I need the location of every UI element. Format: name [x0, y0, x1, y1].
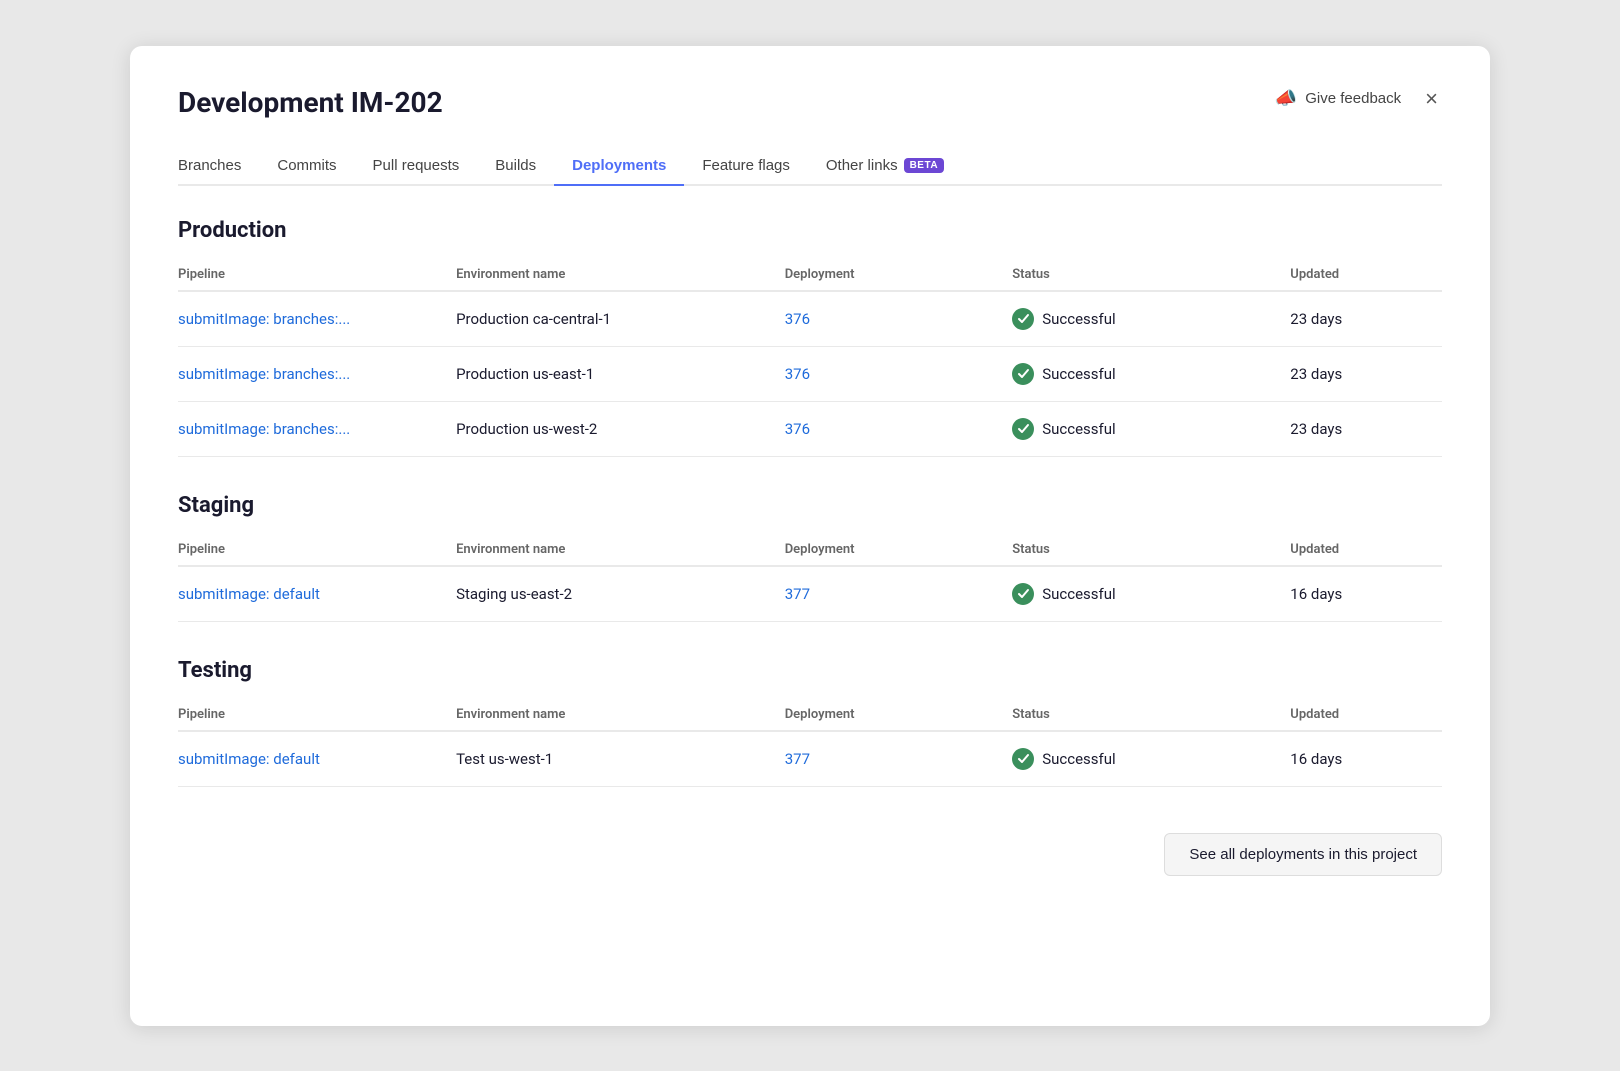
production-col-pipeline: Pipeline	[178, 259, 456, 291]
staging-table-header-row: Pipeline Environment name Deployment Sta…	[178, 534, 1442, 566]
updated-cell: 23 days	[1290, 346, 1442, 401]
deployment-cell: 376	[785, 291, 1013, 347]
staging-col-deployment: Deployment	[785, 534, 1013, 566]
pipeline-cell: submitImage: branches:...	[178, 401, 456, 456]
testing-table: Pipeline Environment name Deployment Sta…	[178, 699, 1442, 787]
header-actions: 📣 Give feedback ×	[1275, 86, 1442, 112]
tab-commits[interactable]: Commits	[259, 147, 354, 186]
production-section-title: Production	[178, 218, 1442, 243]
updated-cell: 16 days	[1290, 566, 1442, 622]
testing-table-header-row: Pipeline Environment name Deployment Sta…	[178, 699, 1442, 731]
testing-col-status: Status	[1012, 699, 1290, 731]
deployment-link[interactable]: 376	[785, 310, 810, 328]
status-cell: Successful	[1012, 401, 1290, 456]
tab-deployments[interactable]: Deployments	[554, 147, 684, 186]
pipeline-link[interactable]: submitImage: default	[178, 750, 320, 768]
success-icon	[1012, 748, 1034, 770]
staging-section-title: Staging	[178, 493, 1442, 518]
beta-badge: BETA	[904, 158, 944, 173]
success-icon	[1012, 418, 1034, 440]
pipeline-link[interactable]: submitImage: branches:...	[178, 420, 350, 438]
success-icon	[1012, 363, 1034, 385]
deployment-link[interactable]: 377	[785, 750, 810, 768]
pipeline-cell: submitImage: branches:...	[178, 291, 456, 347]
environment-cell: Production us-west-2	[456, 401, 785, 456]
close-button[interactable]: ×	[1421, 86, 1442, 112]
testing-col-environment: Environment name	[456, 699, 785, 731]
staging-col-pipeline: Pipeline	[178, 534, 456, 566]
deployment-cell: 377	[785, 731, 1013, 787]
status-cell: Successful	[1012, 566, 1290, 622]
production-col-environment: Environment name	[456, 259, 785, 291]
production-col-updated: Updated	[1290, 259, 1442, 291]
staging-section: Staging Pipeline Environment name Deploy…	[178, 493, 1442, 622]
table-row: submitImage: default Test us-west-1 377 …	[178, 731, 1442, 787]
footer-area: See all deployments in this project	[178, 823, 1442, 876]
environment-cell: Production us-east-1	[456, 346, 785, 401]
pipeline-link[interactable]: submitImage: branches:...	[178, 365, 350, 383]
status-text: Successful	[1042, 310, 1115, 328]
testing-section: Testing Pipeline Environment name Deploy…	[178, 658, 1442, 787]
modal-header: Development IM-202 📣 Give feedback ×	[178, 86, 1442, 119]
deployment-link[interactable]: 376	[785, 365, 810, 383]
production-table-header-row: Pipeline Environment name Deployment Sta…	[178, 259, 1442, 291]
deployment-link[interactable]: 377	[785, 585, 810, 603]
testing-col-pipeline: Pipeline	[178, 699, 456, 731]
staging-col-environment: Environment name	[456, 534, 785, 566]
pipeline-link[interactable]: submitImage: default	[178, 585, 320, 603]
updated-cell: 23 days	[1290, 291, 1442, 347]
staging-col-updated: Updated	[1290, 534, 1442, 566]
staging-table: Pipeline Environment name Deployment Sta…	[178, 534, 1442, 622]
modal-title: Development IM-202	[178, 86, 443, 119]
tab-feature-flags[interactable]: Feature flags	[684, 147, 808, 186]
production-table: Pipeline Environment name Deployment Sta…	[178, 259, 1442, 457]
deployment-cell: 376	[785, 401, 1013, 456]
deployment-link[interactable]: 376	[785, 420, 810, 438]
modal-panel: Development IM-202 📣 Give feedback × Bra…	[130, 46, 1490, 1026]
testing-col-deployment: Deployment	[785, 699, 1013, 731]
tab-branches[interactable]: Branches	[178, 147, 259, 186]
tabs-nav: Branches Commits Pull requests Builds De…	[178, 147, 1442, 186]
feedback-button[interactable]: 📣 Give feedback	[1275, 88, 1401, 109]
table-row: submitImage: branches:... Production us-…	[178, 401, 1442, 456]
success-icon	[1012, 308, 1034, 330]
updated-cell: 16 days	[1290, 731, 1442, 787]
success-icon	[1012, 583, 1034, 605]
production-section: Production Pipeline Environment name Dep…	[178, 218, 1442, 457]
tab-builds[interactable]: Builds	[477, 147, 554, 186]
feedback-label: Give feedback	[1305, 90, 1401, 107]
status-text: Successful	[1042, 585, 1115, 603]
environment-cell: Production ca-central-1	[456, 291, 785, 347]
status-text: Successful	[1042, 365, 1115, 383]
status-text: Successful	[1042, 750, 1115, 768]
tab-other-links[interactable]: Other links BETA	[808, 147, 962, 186]
tab-pull-requests[interactable]: Pull requests	[355, 147, 478, 186]
production-col-status: Status	[1012, 259, 1290, 291]
status-cell: Successful	[1012, 731, 1290, 787]
deployment-cell: 376	[785, 346, 1013, 401]
production-col-deployment: Deployment	[785, 259, 1013, 291]
pipeline-cell: submitImage: default	[178, 566, 456, 622]
megaphone-icon: 📣	[1275, 88, 1297, 109]
table-row: submitImage: branches:... Production us-…	[178, 346, 1442, 401]
status-cell: Successful	[1012, 346, 1290, 401]
environment-cell: Staging us-east-2	[456, 566, 785, 622]
pipeline-link[interactable]: submitImage: branches:...	[178, 310, 350, 328]
see-all-deployments-button[interactable]: See all deployments in this project	[1164, 833, 1442, 876]
testing-section-title: Testing	[178, 658, 1442, 683]
updated-cell: 23 days	[1290, 401, 1442, 456]
environment-cell: Test us-west-1	[456, 731, 785, 787]
table-row: submitImage: branches:... Production ca-…	[178, 291, 1442, 347]
staging-col-status: Status	[1012, 534, 1290, 566]
pipeline-cell: submitImage: default	[178, 731, 456, 787]
status-text: Successful	[1042, 420, 1115, 438]
pipeline-cell: submitImage: branches:...	[178, 346, 456, 401]
deployment-cell: 377	[785, 566, 1013, 622]
table-row: submitImage: default Staging us-east-2 3…	[178, 566, 1442, 622]
testing-col-updated: Updated	[1290, 699, 1442, 731]
status-cell: Successful	[1012, 291, 1290, 347]
